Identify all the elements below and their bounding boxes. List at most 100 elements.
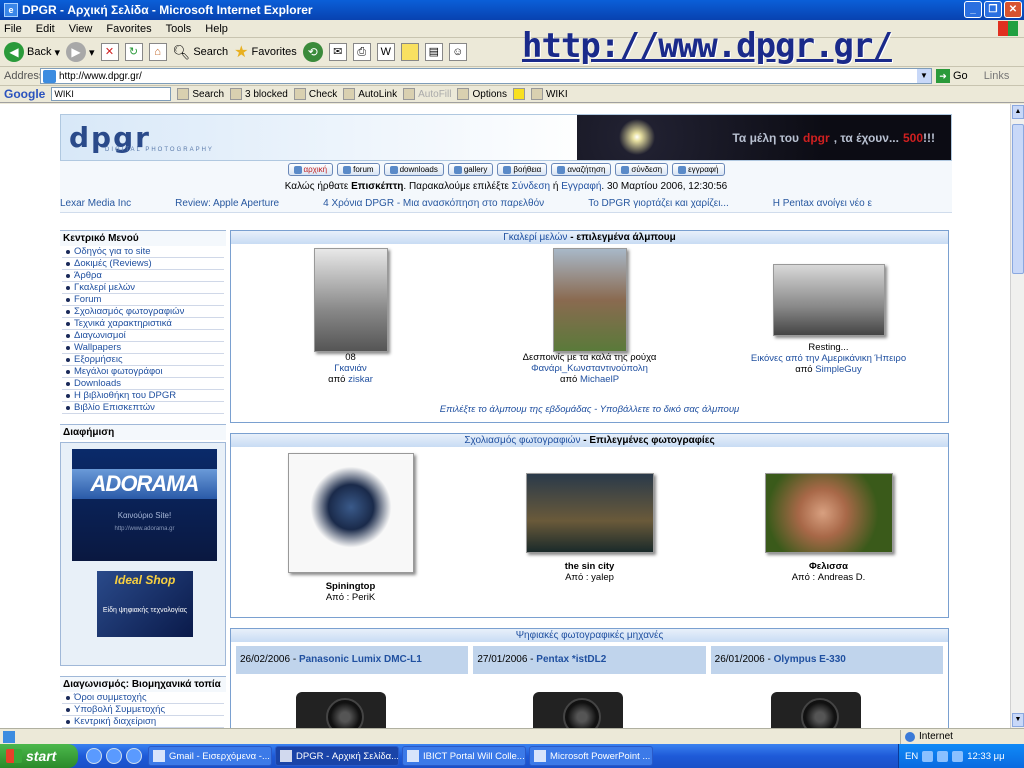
- menu-item[interactable]: Τεχνικά χαρακτηριστικά: [62, 318, 224, 330]
- notes-icon[interactable]: [400, 43, 419, 61]
- gallery-link[interactable]: Γκαλερί μελών: [503, 232, 567, 243]
- research-icon[interactable]: ▤: [424, 43, 443, 61]
- ticker-item[interactable]: 4 Χρόνια DPGR - Μια ανασκόπηση στο παρελ…: [323, 195, 544, 212]
- history-icon[interactable]: ⟲: [302, 42, 323, 62]
- cameras-link[interactable]: Ψηφιακές φωτογραφικές μηχανές: [516, 630, 664, 641]
- autofill-button[interactable]: AutoFill: [403, 88, 451, 100]
- home-icon[interactable]: ⌂: [148, 43, 167, 61]
- register-link[interactable]: Εγγραφή: [561, 181, 601, 192]
- options-button[interactable]: Options: [457, 88, 507, 100]
- ticker-item[interactable]: Review: Apple Aperture: [175, 195, 279, 212]
- forward-button[interactable]: ▶ ▾: [66, 42, 95, 62]
- nav-home[interactable]: αρχική: [287, 163, 334, 176]
- media-quicklaunch-icon[interactable]: [106, 748, 122, 764]
- ticker-item[interactable]: Η Pentax ανοίγει νέο ε: [773, 195, 872, 212]
- album-link[interactable]: Εικόνες από την Αμερικάνικη Ήπειρο: [729, 353, 929, 364]
- menu-item[interactable]: Άρθρα: [62, 270, 224, 282]
- menu-item[interactable]: Η βιβλιοθήκη του DPGR: [62, 390, 224, 402]
- menu-item[interactable]: Δοκιμές (Reviews): [62, 258, 224, 270]
- submit-album-link[interactable]: Υποβάλλετε το δικό σας άλμπουμ: [600, 404, 740, 415]
- desktop-quicklaunch-icon[interactable]: [126, 748, 142, 764]
- highlight-button[interactable]: [512, 88, 525, 100]
- gallery-photo[interactable]: [313, 248, 388, 352]
- menu-item[interactable]: Forum: [62, 294, 224, 306]
- minimize-button[interactable]: _: [964, 1, 982, 18]
- nav-forum[interactable]: forum: [337, 163, 380, 176]
- menu-favorites[interactable]: Favorites: [106, 23, 151, 35]
- contest-item[interactable]: Όροι συμμετοχής: [62, 692, 224, 704]
- messenger-icon[interactable]: ☺: [448, 43, 467, 61]
- user-link[interactable]: SimpleGuy: [815, 364, 861, 375]
- camera-photo[interactable]: [770, 692, 861, 728]
- taskbar-item-ibict[interactable]: IBICT Portal Will Colle...: [402, 746, 526, 766]
- menu-item[interactable]: Wallpapers: [62, 342, 224, 354]
- google-search-input[interactable]: WIKI: [51, 87, 172, 101]
- contest-item[interactable]: Κεντρική διαχείριση: [62, 716, 224, 728]
- autolink-button[interactable]: AutoLink: [343, 88, 397, 100]
- critique-link[interactable]: Σχολιασμός φωτογραφιών: [464, 435, 580, 446]
- start-button[interactable]: start: [0, 744, 78, 768]
- scroll-up-icon[interactable]: ▲: [1012, 105, 1024, 119]
- menu-item[interactable]: Downloads: [62, 378, 224, 390]
- nav-downloads[interactable]: downloads: [383, 163, 444, 176]
- menu-item[interactable]: Μεγάλοι φωτογράφοι: [62, 366, 224, 378]
- gallery-photo[interactable]: [772, 264, 885, 336]
- taskbar-item-powerpoint[interactable]: Microsoft PowerPoint ...: [529, 746, 653, 766]
- google-search-button[interactable]: Search: [177, 88, 224, 100]
- menu-view[interactable]: View: [69, 23, 93, 35]
- camera-photo[interactable]: [296, 692, 386, 728]
- album-link[interactable]: Φανάρι_Κωνσταντινούπολη: [490, 363, 690, 374]
- camera-photo[interactable]: [533, 692, 624, 728]
- gallery-photo[interactable]: [552, 248, 627, 352]
- idealshop-ad[interactable]: Ideal Shop Είδη ψηφιακής τεχνολογίας: [97, 571, 193, 637]
- user-link[interactable]: MichaelP: [580, 374, 619, 385]
- favorites-button[interactable]: ★ Favorites: [234, 42, 297, 62]
- menu-tools[interactable]: Tools: [166, 23, 192, 35]
- album-link[interactable]: Γκανιάν: [251, 363, 451, 374]
- back-button[interactable]: ◀ Back ▾: [4, 42, 60, 62]
- refresh-icon[interactable]: ↻: [124, 43, 143, 61]
- address-input[interactable]: http://www.dpgr.gr/ ▼: [40, 68, 932, 84]
- google-logo[interactable]: Google: [4, 87, 45, 101]
- popup-blocker-button[interactable]: 3 blocked: [230, 88, 288, 100]
- menu-item[interactable]: Διαγωνισμοί: [62, 330, 224, 342]
- camera-link[interactable]: Olympus E-330: [774, 654, 846, 665]
- wiki-button[interactable]: WIKI: [530, 88, 568, 100]
- volume-icon[interactable]: [952, 750, 964, 762]
- chevron-down-icon[interactable]: ▼: [917, 69, 931, 83]
- login-link[interactable]: Σύνδεση: [512, 181, 550, 192]
- camera-link[interactable]: Pentax *istDL2: [536, 654, 606, 665]
- stop-icon[interactable]: ✕: [100, 43, 119, 61]
- go-button[interactable]: ➜ Go: [936, 69, 968, 83]
- nav-gallery[interactable]: gallery: [447, 163, 494, 176]
- user-link[interactable]: ziskar: [348, 374, 373, 385]
- menu-item[interactable]: Σχολιασμός φωτογραφιών: [62, 306, 224, 318]
- tray-icon[interactable]: [922, 750, 934, 762]
- scroll-down-icon[interactable]: ▼: [1012, 713, 1024, 727]
- vote-album-link[interactable]: Επιλέξτε το άλμπουμ της εβδομάδας: [440, 404, 592, 415]
- spellcheck-button[interactable]: Check: [293, 88, 337, 100]
- taskbar-item-gmail[interactable]: Gmail - Εισερχόμενα -...: [148, 746, 272, 766]
- contest-item[interactable]: Υποβολή Συμμετοχής: [62, 704, 224, 716]
- menu-item[interactable]: Οδηγός για το site: [62, 246, 224, 258]
- scroll-thumb[interactable]: [1012, 124, 1024, 274]
- nav-register[interactable]: εγγραφή: [672, 163, 725, 176]
- critique-photo[interactable]: [525, 473, 654, 553]
- menu-item[interactable]: Βιβλίο Επισκεπτών: [62, 402, 224, 414]
- ticker-item[interactable]: Το DPGR γιορτάζει και χαρίζει...: [588, 195, 729, 212]
- nav-help[interactable]: βοήθεια: [497, 163, 548, 176]
- close-button[interactable]: ✕: [1004, 1, 1022, 18]
- menu-item[interactable]: Εξορμήσεις: [62, 354, 224, 366]
- search-button[interactable]: 🔍︎ Search: [173, 44, 229, 61]
- links-button[interactable]: Links: [984, 70, 1010, 82]
- adorama-ad[interactable]: ADORAMA Καινούριο Site! http://www.adora…: [72, 449, 217, 561]
- critique-photo[interactable]: [287, 453, 414, 573]
- nav-login[interactable]: σύνδεση: [615, 163, 669, 176]
- vertical-scrollbar[interactable]: ▲ ▼: [1010, 104, 1024, 728]
- taskbar-item-dpgr[interactable]: DPGR - Αρχική Σελίδα...: [275, 746, 399, 766]
- word-icon[interactable]: W: [376, 43, 395, 61]
- menu-edit[interactable]: Edit: [36, 23, 55, 35]
- tray-icon[interactable]: [937, 750, 949, 762]
- critique-photo[interactable]: [764, 473, 893, 553]
- ie-quicklaunch-icon[interactable]: [86, 748, 102, 764]
